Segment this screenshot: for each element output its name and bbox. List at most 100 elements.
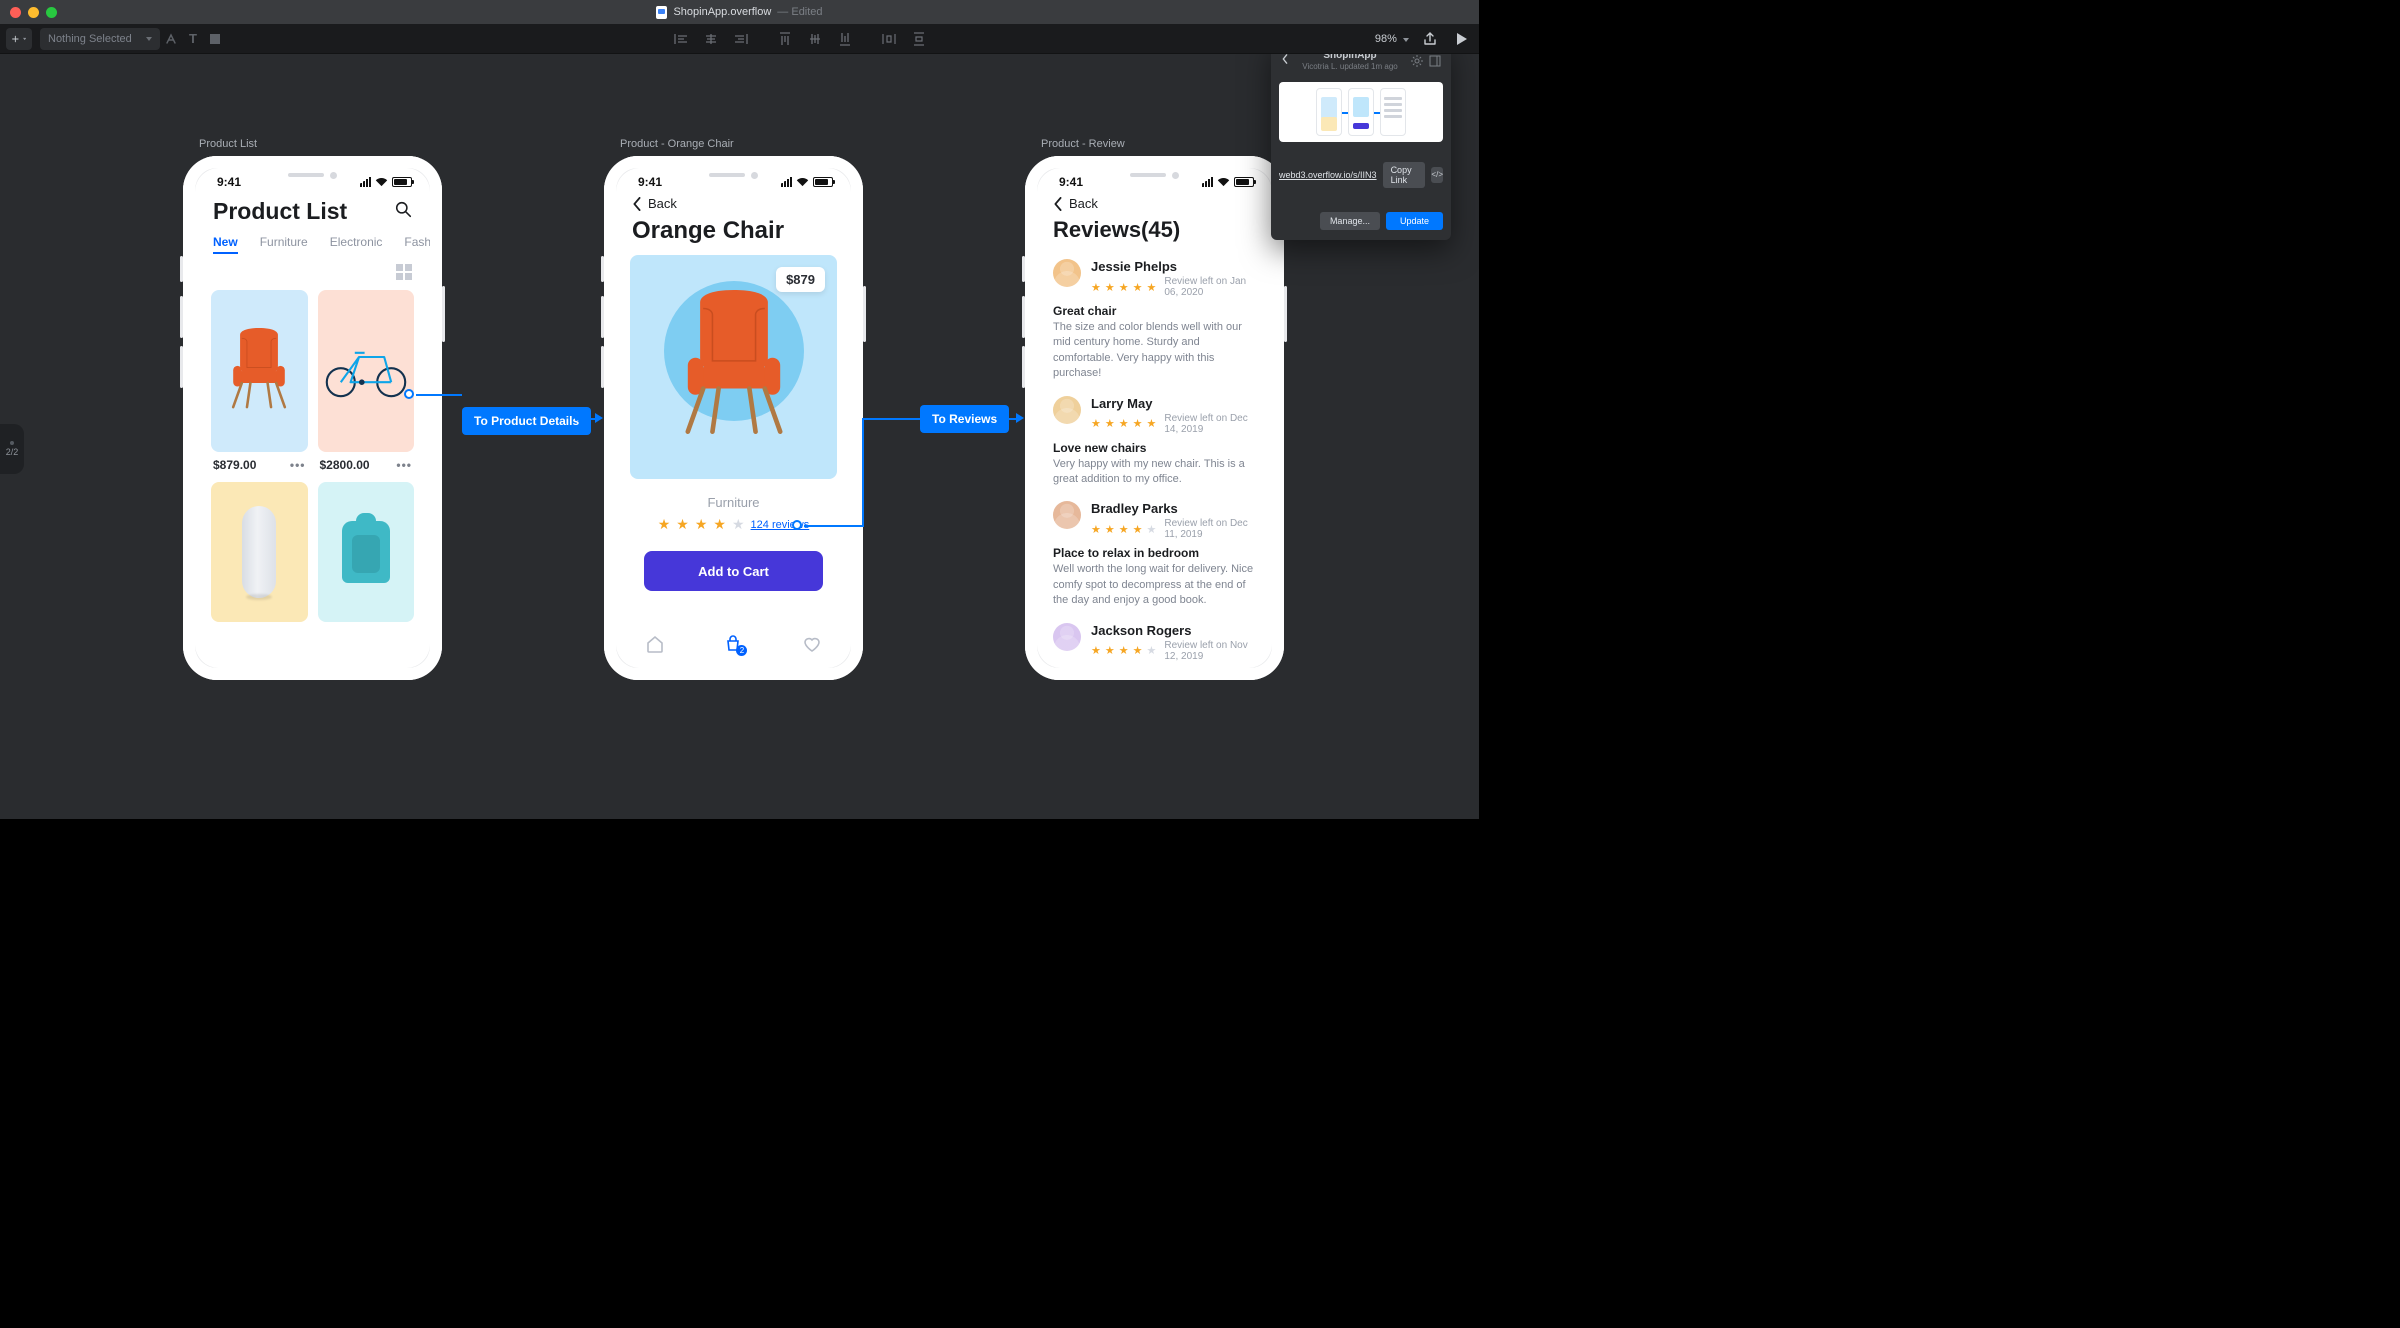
selection-dropdown[interactable]: Nothing Selected (40, 28, 160, 50)
align-center-v-button[interactable] (804, 28, 826, 50)
status-clock: 9:41 (638, 175, 662, 189)
category-label: Furniture (616, 495, 851, 510)
avatar (1053, 501, 1081, 529)
tab-new[interactable]: New (213, 235, 238, 254)
review-item: Jackson Rogers ★★★★★Review left on Nov 1… (1037, 619, 1272, 668)
window-titlebar: ShopinApp.overflow — Edited (0, 0, 1479, 24)
avatar (1053, 259, 1081, 287)
text-style-button[interactable] (160, 28, 182, 50)
avatar (1053, 396, 1081, 424)
reviewer-name: Larry May (1091, 396, 1256, 411)
back-button[interactable]: Back (616, 196, 851, 211)
star-icon: ★ (1105, 644, 1115, 657)
star-icon: ★ (1133, 417, 1143, 430)
design-canvas[interactable]: 2/2 Product List Product - Orange Chair … (0, 54, 1479, 819)
distribute-v-button[interactable] (908, 28, 930, 50)
more-icon[interactable]: ••• (396, 458, 412, 472)
zoom-level[interactable]: 98% (1375, 33, 1409, 45)
align-center-h-button[interactable] (700, 28, 722, 50)
tab-fashion[interactable]: Fashion (404, 235, 430, 254)
wifi-icon (796, 177, 809, 187)
frame-label-1[interactable]: Product List (199, 138, 257, 150)
add-menu-button[interactable] (6, 28, 32, 50)
document-edited-indicator: — Edited (777, 6, 822, 18)
star-icon: ★ (1147, 417, 1157, 430)
settings-gear-icon[interactable] (1411, 55, 1423, 67)
review-body: The size and color blends well with our … (1053, 320, 1256, 382)
align-bottom-button[interactable] (834, 28, 856, 50)
document-icon (656, 6, 667, 19)
view-toggle-grid-icon[interactable] (396, 264, 412, 271)
product-price: $879.00 (213, 458, 256, 472)
share-panel: ShopinApp Vicotria L. updated 1m ago (1271, 54, 1451, 240)
flow-origin-dot[interactable] (792, 520, 802, 530)
flow-connector (862, 418, 920, 420)
close-window-button[interactable] (10, 7, 21, 18)
more-icon[interactable]: ••• (290, 458, 306, 472)
manage-button[interactable]: Manage... (1320, 212, 1380, 230)
align-right-button[interactable] (730, 28, 752, 50)
flow-connector (862, 418, 864, 527)
align-top-button[interactable] (774, 28, 796, 50)
flow-connector (996, 418, 1016, 420)
app-toolbar: Nothing Selected T 98% (0, 24, 1479, 54)
star-icon: ★ (1133, 281, 1143, 294)
review-date: Review left on Jan 06, 2020 (1164, 276, 1256, 298)
review-title: Place to relax in bedroom (1053, 546, 1256, 560)
star-icon: ★ (1105, 417, 1115, 430)
search-icon[interactable] (395, 201, 412, 223)
share-preview-thumbs (1279, 82, 1443, 142)
product-card-speaker[interactable] (211, 482, 308, 622)
fill-button[interactable] (204, 28, 226, 50)
distribute-h-button[interactable] (878, 28, 900, 50)
status-clock: 9:41 (217, 175, 241, 189)
share-button[interactable] (1419, 28, 1441, 50)
star-icon: ★ (1119, 417, 1129, 430)
flow-origin-dot[interactable] (404, 389, 414, 399)
category-tabs: New Furniture Electronic Fashion (195, 231, 430, 262)
add-to-cart-button[interactable]: Add to Cart (644, 551, 823, 591)
status-clock: 9:41 (1059, 175, 1083, 189)
product-card-bag[interactable] (318, 482, 415, 622)
panel-layout-icon[interactable] (1429, 55, 1441, 67)
product-card-bike[interactable] (318, 290, 415, 452)
phone-frame-reviews[interactable]: 9:41 Back Reviews(45) Jessie Phelps ★★★★… (1025, 156, 1284, 680)
tab-cart-icon[interactable]: 2 (723, 634, 743, 654)
minimize-window-button[interactable] (28, 7, 39, 18)
embed-button[interactable]: </> (1431, 167, 1443, 183)
tab-electronic[interactable]: Electronic (330, 235, 383, 254)
review-body: Very happy with my new chair. This is a … (1053, 457, 1256, 488)
star-icon: ★ (1147, 644, 1157, 657)
star-icon: ★ (1133, 644, 1143, 657)
flow-label-to-product[interactable]: To Product Details (462, 407, 591, 435)
back-button[interactable]: Back (1037, 196, 1272, 211)
star-icon: ★ (1119, 644, 1129, 657)
play-button[interactable] (1451, 28, 1473, 50)
phone-frame-product-detail[interactable]: 9:41 Back Orange Chair $879 (604, 156, 863, 680)
tab-favorites-icon[interactable] (802, 634, 822, 654)
product-card-chair[interactable] (211, 290, 308, 452)
align-left-button[interactable] (670, 28, 692, 50)
tab-home-icon[interactable] (645, 634, 665, 654)
flow-connector (575, 418, 595, 420)
star-icon: ★ (1105, 523, 1115, 536)
tab-furniture[interactable]: Furniture (260, 235, 308, 254)
star-icon: ★ (1147, 281, 1157, 294)
share-url[interactable]: webd3.overflow.io/s/IIN3 (1279, 170, 1377, 180)
panel-back-button[interactable] (1281, 54, 1289, 67)
copy-link-button[interactable]: Copy Link (1383, 162, 1426, 188)
phone-frame-product-list[interactable]: 9:41 Product List New Furniture Electron… (183, 156, 442, 680)
page-indicator[interactable]: 2/2 (0, 424, 24, 474)
tab-bar: 2 (616, 626, 851, 662)
update-button[interactable]: Update (1386, 212, 1443, 230)
reviewer-name: Jessie Phelps (1091, 259, 1256, 274)
zoom-window-button[interactable] (46, 7, 57, 18)
frame-label-2[interactable]: Product - Orange Chair (620, 138, 734, 150)
review-date: Review left on Dec 14, 2019 (1164, 413, 1256, 435)
share-title: ShopinApp (1295, 54, 1405, 62)
review-title: Love new chairs (1053, 441, 1256, 455)
frame-label-3[interactable]: Product - Review (1041, 138, 1125, 150)
flow-arrow-icon (595, 413, 603, 423)
review-item: Bradley Parks ★★★★★Review left on Dec 11… (1037, 497, 1272, 618)
text-button[interactable]: T (182, 28, 204, 50)
